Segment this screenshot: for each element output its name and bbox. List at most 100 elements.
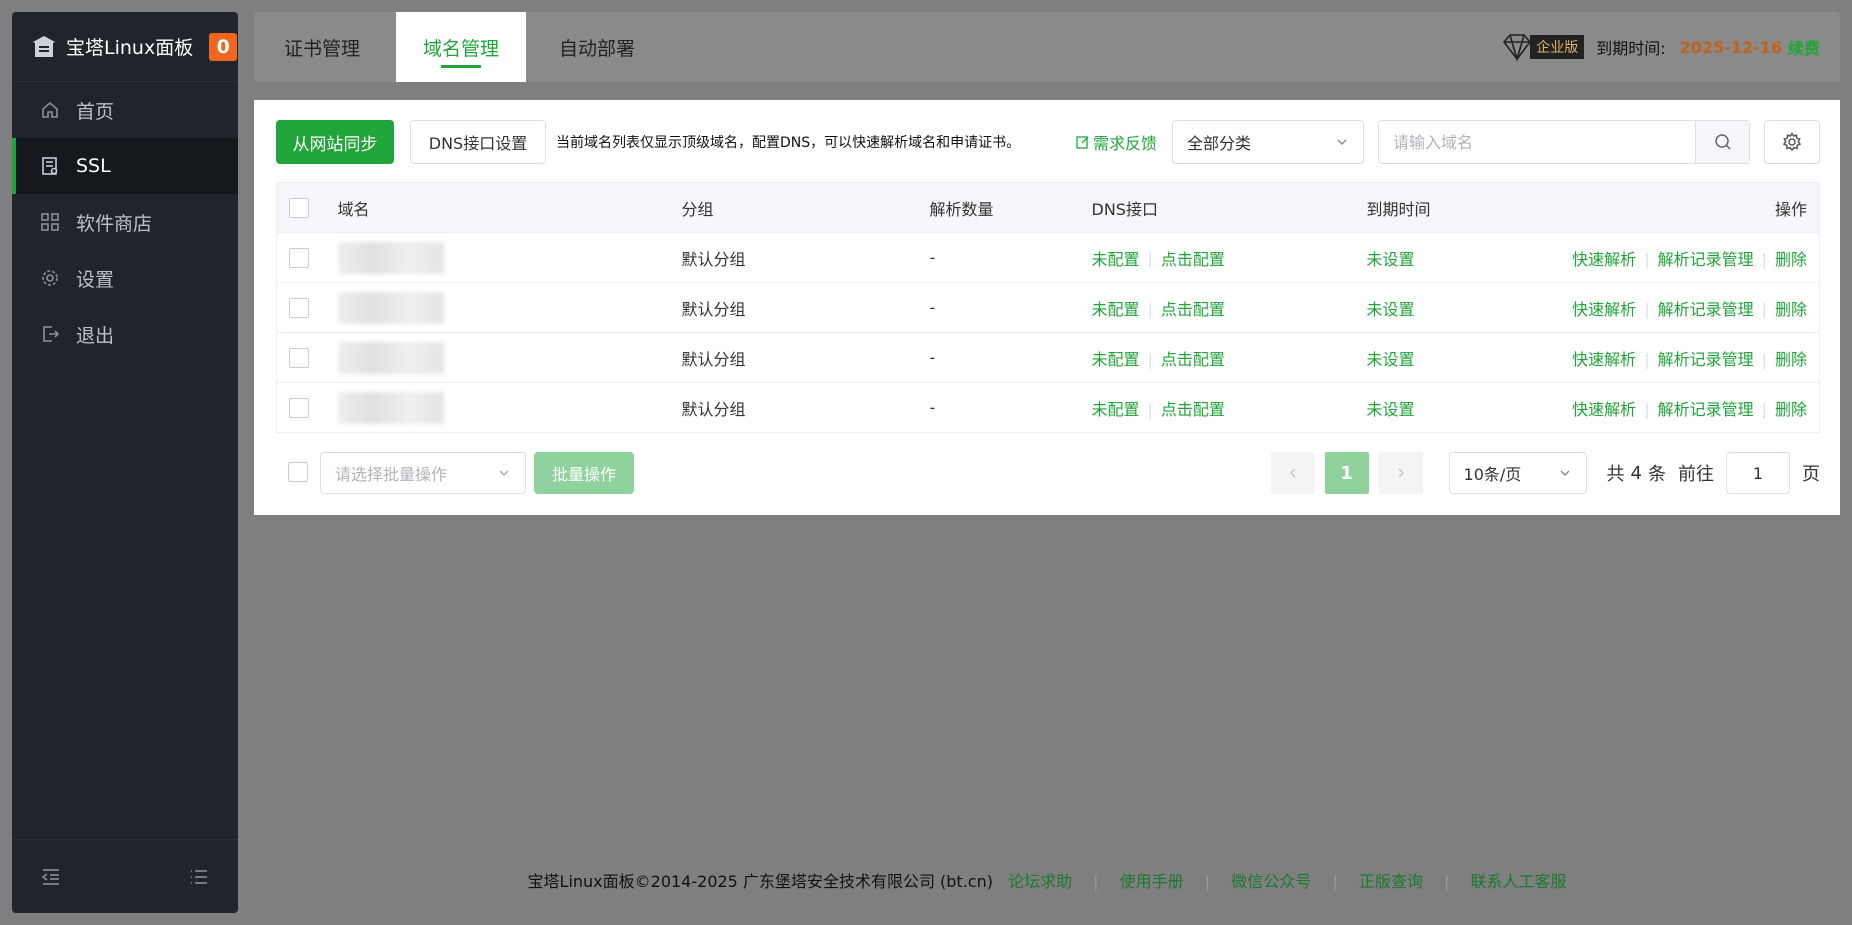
batch-select-checkbox[interactable]: [288, 462, 308, 482]
redacted-domain: [337, 341, 444, 374]
header-group: 分组: [681, 182, 930, 233]
tab-cert-management[interactable]: 证书管理: [284, 12, 360, 82]
renew-link[interactable]: 续费: [1788, 35, 1820, 59]
goto-label: 前往: [1678, 464, 1714, 485]
bt-logo-icon: [33, 35, 55, 57]
domain-table: 域名 分组 解析数量 DNS接口 到期时间 操作 默认分组 - 未配置 | 点击配置 未设…: [276, 182, 1820, 433]
delete-link[interactable]: 删除: [1775, 350, 1807, 369]
footer-link-manual[interactable]: 使用手册: [1120, 872, 1184, 891]
footer-link-support[interactable]: 联系人工客服: [1470, 872, 1566, 891]
brand[interactable]: 宝塔Linux面板 0: [12, 12, 238, 82]
quick-resolve-link[interactable]: 快速解析: [1572, 350, 1636, 369]
delete-link[interactable]: 删除: [1775, 250, 1807, 269]
quick-resolve-link[interactable]: 快速解析: [1572, 250, 1636, 269]
category-select[interactable]: 全部分类: [1172, 120, 1364, 164]
batch-action-button[interactable]: 批量操作: [534, 452, 634, 494]
prev-page-button[interactable]: [1270, 452, 1315, 494]
dns-settings-button[interactable]: DNS接口设置: [410, 120, 546, 164]
separator: |: [1644, 249, 1650, 269]
tab-auto-deploy[interactable]: 自动部署: [559, 12, 635, 82]
footer-separator: |: [1443, 872, 1450, 891]
row-record-count: -: [929, 332, 1092, 383]
sidebar-footer: [12, 839, 238, 913]
dns-configure-link[interactable]: 点击配置: [1161, 250, 1225, 269]
next-page-button[interactable]: [1378, 452, 1423, 494]
grid-icon: [41, 213, 59, 231]
dns-status[interactable]: 未配置: [1092, 350, 1140, 369]
separator: |: [1761, 299, 1767, 319]
table-header-row: 域名 分组 解析数量 DNS接口 到期时间 操作: [276, 182, 1820, 233]
diamond-icon: [1503, 34, 1532, 62]
record-manage-link[interactable]: 解析记录管理: [1658, 400, 1754, 419]
page-size-select[interactable]: 10条/页: [1448, 452, 1587, 494]
row-checkbox[interactable]: [289, 347, 309, 368]
page-footer: 宝塔Linux面板©2014-2025 广东堡塔安全技术有限公司 (bt.cn)…: [254, 868, 1840, 892]
dns-configure-link[interactable]: 点击配置: [1161, 400, 1225, 419]
tab-domain-management[interactable]: 域名管理: [396, 12, 527, 82]
sidebar-item-label: 首页: [76, 100, 115, 123]
separator: |: [1644, 349, 1650, 369]
row-checkbox[interactable]: [289, 247, 309, 268]
redacted-domain: [337, 391, 444, 424]
record-manage-link[interactable]: 解析记录管理: [1658, 250, 1754, 269]
home-icon: [42, 101, 58, 118]
row-expire[interactable]: 未设置: [1367, 300, 1415, 319]
quick-resolve-link[interactable]: 快速解析: [1572, 300, 1636, 319]
gear-icon: [1782, 132, 1802, 152]
enterprise-badge[interactable]: 企业版: [1500, 32, 1585, 62]
row-expire[interactable]: 未设置: [1367, 250, 1415, 269]
row-record-count: -: [929, 282, 1092, 333]
table-settings-button[interactable]: [1764, 120, 1820, 164]
chevron-down-icon: [1337, 139, 1347, 145]
sidebar-item-settings[interactable]: 设置: [12, 250, 238, 306]
batch-action-placeholder: 请选择批量操作: [335, 465, 448, 484]
sidebar-item-ssl[interactable]: SSL: [12, 138, 238, 194]
dns-status[interactable]: 未配置: [1092, 400, 1140, 419]
row-expire[interactable]: 未设置: [1367, 350, 1415, 369]
table-row: 默认分组 - 未配置 | 点击配置 未设置 快速解析 | 解析记录管理 | 删除: [276, 282, 1820, 333]
feedback-link[interactable]: 需求反馈: [1076, 120, 1157, 164]
dns-configure-link[interactable]: 点击配置: [1161, 300, 1225, 319]
page-size-value: 10条/页: [1463, 465, 1522, 484]
separator: |: [1761, 349, 1767, 369]
top-tab-bar: 证书管理 域名管理 自动部署 企业版 到期时间: 2025-12-16 续费: [254, 12, 1840, 82]
menu-list-icon[interactable]: [188, 866, 210, 888]
footer-link-wechat[interactable]: 微信公众号: [1231, 872, 1311, 891]
footer-link-license-check[interactable]: 正版查询: [1359, 872, 1423, 891]
collapse-menu-icon[interactable]: [40, 866, 62, 888]
row-record-count: -: [929, 382, 1092, 433]
footer-separator: |: [1204, 872, 1211, 891]
pagination: 1 10条/页 共 4 条 前往 1 页: [1270, 452, 1820, 494]
separator: |: [1147, 349, 1153, 369]
quick-resolve-link[interactable]: 快速解析: [1572, 400, 1636, 419]
notification-badge[interactable]: 0: [209, 32, 238, 61]
select-all-checkbox[interactable]: [289, 197, 309, 218]
separator: |: [1761, 399, 1767, 419]
row-group: 默认分组: [681, 382, 930, 433]
record-manage-link[interactable]: 解析记录管理: [1658, 300, 1754, 319]
chevron-down-icon: [499, 470, 509, 476]
dns-status[interactable]: 未配置: [1092, 300, 1140, 319]
record-manage-link[interactable]: 解析记录管理: [1658, 350, 1754, 369]
edit-icon: [1076, 136, 1089, 149]
page-number-button[interactable]: 1: [1324, 452, 1369, 494]
search-icon: [1714, 134, 1731, 150]
footer-link-forum[interactable]: 论坛求助: [1008, 872, 1072, 891]
header-dns: DNS接口: [1091, 182, 1367, 233]
row-expire[interactable]: 未设置: [1367, 400, 1415, 419]
search-input[interactable]: [1379, 121, 1695, 163]
delete-link[interactable]: 删除: [1775, 400, 1807, 419]
batch-action-select[interactable]: 请选择批量操作: [320, 452, 526, 494]
goto-page-input[interactable]: 1: [1726, 452, 1790, 494]
dns-status[interactable]: 未配置: [1092, 250, 1140, 269]
dns-configure-link[interactable]: 点击配置: [1161, 350, 1225, 369]
sync-from-site-button[interactable]: 从网站同步: [276, 120, 394, 164]
delete-link[interactable]: 删除: [1775, 300, 1807, 319]
row-checkbox[interactable]: [289, 297, 309, 318]
sidebar-item-home[interactable]: 首页: [12, 82, 238, 138]
search-button[interactable]: [1695, 121, 1749, 163]
sidebar-item-logout[interactable]: 退出: [12, 306, 238, 362]
sidebar-item-store[interactable]: 软件商店: [12, 194, 238, 250]
sidebar-item-label: SSL: [76, 155, 111, 177]
row-checkbox[interactable]: [289, 397, 309, 418]
